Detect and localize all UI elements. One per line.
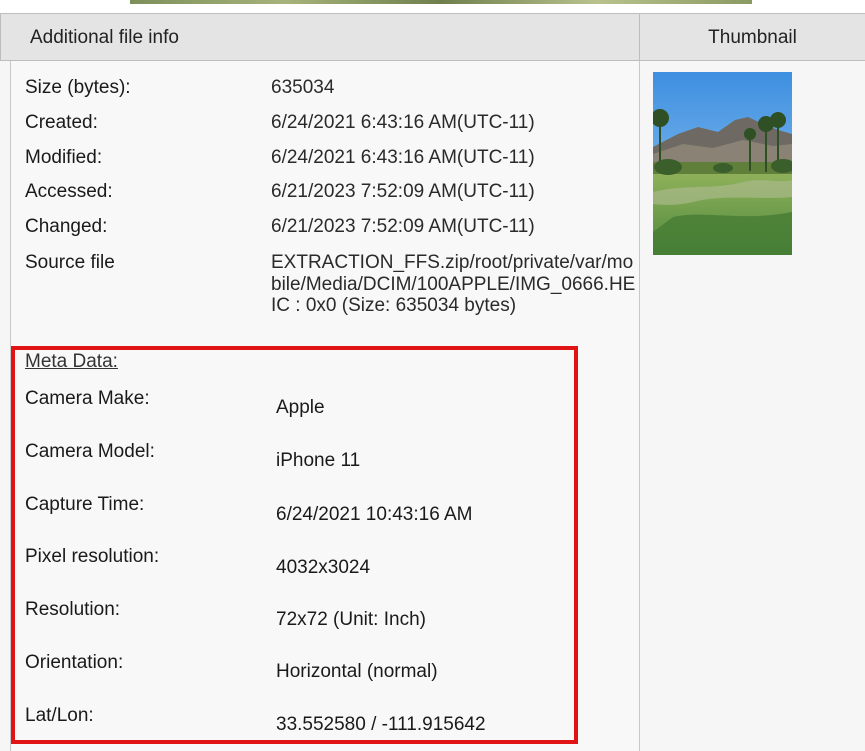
modified-label: Modified: <box>25 147 103 168</box>
resolution-value: 72x72 (Unit: Inch) <box>276 609 426 630</box>
pixel-resolution-label: Pixel resolution: <box>25 546 160 567</box>
changed-value: 6/21/2023 7:52:09 AM(UTC-11) <box>271 216 535 237</box>
orientation-value: Horizontal (normal) <box>276 661 438 682</box>
meta-data-heading: Meta Data: <box>25 351 118 372</box>
created-value: 6/24/2021 6:43:16 AM(UTC-11) <box>271 112 535 133</box>
top-image-strip <box>130 0 752 4</box>
lat-lon-value: 33.552580 / -111.915642 <box>276 714 486 735</box>
capture-time-label: Capture Time: <box>25 494 145 515</box>
lat-lon-label: Lat/Lon: <box>25 705 94 726</box>
orientation-label: Orientation: <box>25 652 124 673</box>
thumbnail-image[interactable] <box>653 72 792 255</box>
source-file-label: Source file <box>25 252 115 273</box>
camera-model-label: Camera Model: <box>25 441 155 462</box>
camera-model-value: iPhone 11 <box>276 450 361 471</box>
size-label: Size (bytes): <box>25 77 131 98</box>
source-file-value: EXTRACTION_FFS.zip/root/private/var/mobi… <box>271 252 636 316</box>
capture-time-value: 6/24/2021 10:43:16 AM <box>276 504 473 525</box>
size-value: 635034 <box>271 77 335 98</box>
changed-label: Changed: <box>25 216 108 237</box>
resolution-label: Resolution: <box>25 599 121 620</box>
table-header: Additional file info Thumbnail <box>0 13 865 61</box>
accessed-value: 6/21/2023 7:52:09 AM(UTC-11) <box>271 181 535 202</box>
modified-value: 6/24/2021 6:43:16 AM(UTC-11) <box>271 147 535 168</box>
thumbnail-picture <box>653 72 792 255</box>
header-thumbnail: Thumbnail <box>708 27 797 48</box>
pixel-resolution-value: 4032x3024 <box>276 557 371 578</box>
created-label: Created: <box>25 112 98 133</box>
header-additional-file-info: Additional file info <box>0 14 640 60</box>
accessed-label: Accessed: <box>25 181 113 202</box>
camera-make-label: Camera Make: <box>25 388 150 409</box>
camera-make-value: Apple <box>276 397 325 418</box>
